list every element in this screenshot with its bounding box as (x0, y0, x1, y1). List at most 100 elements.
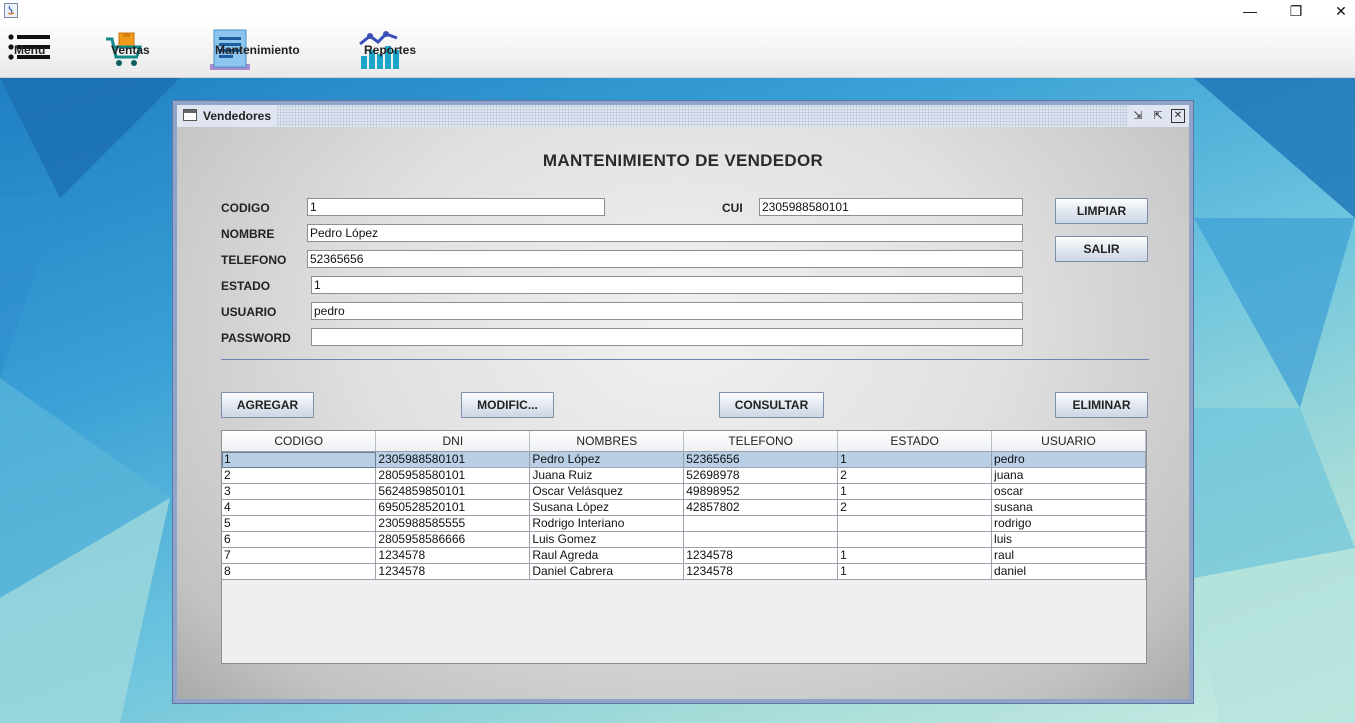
table-cell[interactable]: 1234578 (375, 563, 531, 580)
table-cell[interactable]: 2305988585555 (375, 515, 531, 532)
table-row[interactable]: 6 2805958586666 Luis Gomez luis (222, 531, 1146, 548)
table-cell[interactable]: 1234578 (683, 547, 839, 564)
eliminar-button[interactable]: ELIMINAR (1055, 392, 1148, 418)
minimize-button[interactable]: — (1227, 1, 1273, 21)
cui-label: CUI (722, 201, 743, 215)
column-header-nombres[interactable]: NOMBRES (529, 431, 685, 452)
table-cell[interactable]: 1 (837, 483, 993, 500)
table-cell[interactable]: 2 (222, 467, 377, 484)
frame-controls: ⇲ ⇱ ✕ (1127, 105, 1189, 127)
password-label: PASSWORD (221, 331, 291, 345)
table-cell[interactable]: 2 (837, 467, 993, 484)
table-cell[interactable]: 3 (222, 483, 377, 500)
table-cell[interactable]: 1 (837, 451, 993, 468)
frame-title-container: Vendedores (177, 105, 278, 127)
cui-field[interactable]: 2305988580101 (759, 198, 1023, 216)
column-header-telefono[interactable]: TELEFONO (683, 431, 839, 452)
table-row[interactable]: 4 6950528520101 Susana López 42857802 2 susan… (222, 499, 1146, 516)
window-icon (183, 109, 197, 121)
table-row[interactable]: 3 5624859850101 Oscar Velásquez 49898952 1 os… (222, 483, 1146, 500)
table-cell[interactable]: 2 (837, 499, 993, 516)
table-cell[interactable]: Raul Agreda (529, 547, 685, 564)
table-cell[interactable]: 2305988580101 (375, 451, 531, 468)
table-cell[interactable]: daniel (991, 563, 1146, 580)
menu-item-reportes-label: Reportes (364, 42, 417, 57)
nombre-label: NOMBRE (221, 227, 275, 241)
table-cell[interactable]: Susana López (529, 499, 685, 516)
table-cell[interactable]: 1 (837, 563, 993, 580)
table-cell[interactable]: Juana Ruiz (529, 467, 685, 484)
password-field[interactable] (311, 328, 1023, 346)
table-cell[interactable]: Luis Gomez (529, 531, 685, 548)
table-cell[interactable]: 1234578 (375, 547, 531, 564)
table-cell[interactable]: pedro (991, 451, 1146, 468)
table-cell[interactable]: 1 (837, 547, 993, 564)
table-cell[interactable]: 1234578 (683, 563, 839, 580)
menu-item-mantenimiento[interactable]: Mantenimiento (209, 22, 300, 77)
table-cell[interactable]: raul (991, 547, 1146, 564)
table-cell[interactable]: 4 (222, 499, 377, 516)
maximize-button[interactable]: ❐ (1273, 1, 1319, 21)
table-cell[interactable]: 2805958586666 (375, 531, 531, 548)
column-header-dni[interactable]: DNI (375, 431, 531, 452)
table-cell[interactable]: 6950528520101 (375, 499, 531, 516)
estado-field[interactable]: 1 (311, 276, 1023, 294)
column-header-estado[interactable]: ESTADO (837, 431, 993, 452)
table-cell[interactable]: oscar (991, 483, 1146, 500)
limpiar-button[interactable]: LIMPIAR (1055, 198, 1148, 224)
frame-titlebar[interactable]: Vendedores ⇲ ⇱ ✕ (177, 105, 1189, 127)
codigo-field[interactable]: 1 (307, 198, 605, 216)
table-cell[interactable]: 49898952 (683, 483, 839, 500)
table-row[interactable]: 5 2305988585555 Rodrigo Interiano rodrigo (222, 515, 1146, 532)
table-cell[interactable]: Rodrigo Interiano (529, 515, 685, 532)
menu-item-menu[interactable]: Menu (8, 22, 52, 77)
table-cell[interactable]: 1 (222, 451, 377, 468)
menu-item-reportes[interactable]: Reportes (358, 22, 416, 77)
app-titlebar: — ❐ ✕ (0, 0, 1355, 22)
table-cell[interactable]: 8 (222, 563, 377, 580)
estado-label: ESTADO (221, 279, 271, 293)
table-cell[interactable]: luis (991, 531, 1146, 548)
agregar-button[interactable]: AGREGAR (221, 392, 314, 418)
table-cell[interactable] (683, 531, 839, 548)
modificar-button[interactable]: MODIFIC... (461, 392, 554, 418)
table-cell[interactable]: juana (991, 467, 1146, 484)
telefono-label: TELEFONO (221, 253, 287, 267)
table-cell[interactable]: Daniel Cabrera (529, 563, 685, 580)
table-cell[interactable] (837, 531, 993, 548)
column-header-codigo[interactable]: CODIGO (222, 431, 377, 452)
table-cell[interactable]: 7 (222, 547, 377, 564)
table-cell[interactable] (683, 515, 839, 532)
nombre-field[interactable]: Pedro López (307, 224, 1023, 242)
telefono-field[interactable]: 52365656 (307, 250, 1023, 268)
usuario-field[interactable]: pedro (311, 302, 1023, 320)
vendedores-table[interactable]: CODIGO DNI NOMBRES TELEFONO ESTADO USUAR… (221, 430, 1147, 664)
maximize-frame-icon[interactable]: ⇱ (1151, 109, 1165, 123)
salir-button[interactable]: SALIR (1055, 236, 1148, 262)
table-cell[interactable]: 5624859850101 (375, 483, 531, 500)
table-cell[interactable]: 5 (222, 515, 377, 532)
table-cell[interactable]: 6 (222, 531, 377, 548)
menu-item-ventas[interactable]: Ventas (105, 22, 150, 77)
table-row[interactable]: 1 2305988580101 Pedro López 52365656 1 pedro (222, 451, 1146, 468)
table-row[interactable]: 2 2805958580101 Juana Ruiz 52698978 2 juana (222, 467, 1146, 484)
table-cell[interactable]: 52365656 (683, 451, 839, 468)
table-cell[interactable]: rodrigo (991, 515, 1146, 532)
menubar: Menu Ventas Mantenimiento Reportes (0, 22, 1355, 78)
table-cell[interactable]: 52698978 (683, 467, 839, 484)
table-row[interactable]: 8 1234578 Daniel Cabrera 1234578 1 daniel (222, 563, 1146, 580)
table-cell[interactable]: Oscar Velásquez (529, 483, 685, 500)
close-frame-icon[interactable]: ✕ (1171, 109, 1185, 123)
iconify-icon[interactable]: ⇲ (1131, 109, 1145, 123)
table-cell[interactable]: 42857802 (683, 499, 839, 516)
table-row[interactable]: 7 1234578 Raul Agreda 1234578 1 raul (222, 547, 1146, 564)
menu-item-menu-label: Menu (14, 42, 46, 57)
column-header-usuario[interactable]: USUARIO (991, 431, 1146, 452)
menu-item-mantenimiento-label: Mantenimiento (215, 42, 300, 57)
consultar-button[interactable]: CONSULTAR (719, 392, 824, 418)
table-cell[interactable]: 2805958580101 (375, 467, 531, 484)
table-cell[interactable] (837, 515, 993, 532)
table-cell[interactable]: susana (991, 499, 1146, 516)
table-cell[interactable]: Pedro López (529, 451, 685, 468)
close-button[interactable]: ✕ (1318, 1, 1355, 21)
